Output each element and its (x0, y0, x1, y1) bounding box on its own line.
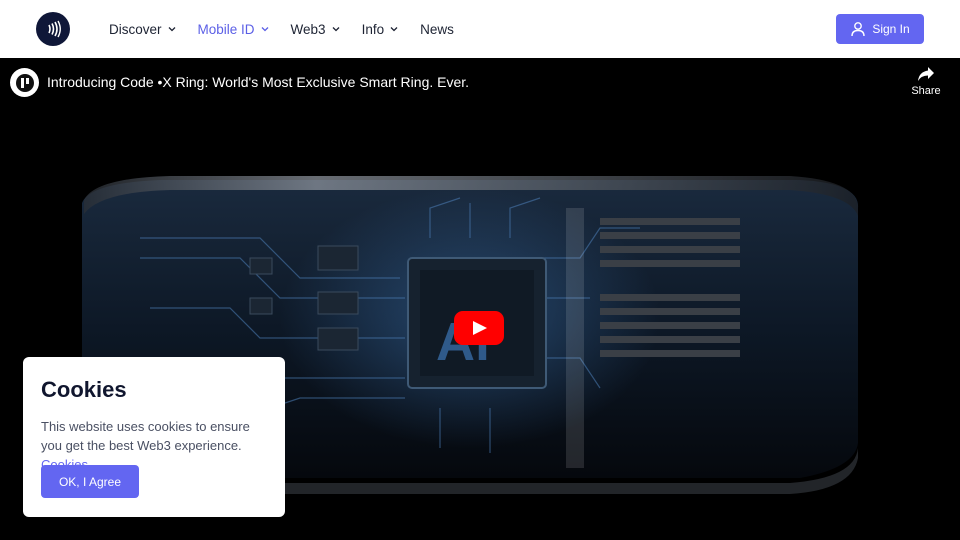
channel-logo-icon (15, 73, 34, 92)
chevron-down-icon (332, 26, 340, 32)
cookie-banner: Cookies This website uses cookies to ens… (23, 357, 285, 517)
cookie-title: Cookies (41, 377, 127, 402)
user-icon (851, 22, 866, 37)
main-nav: Discover Mobile ID Web3 Info News (109, 0, 476, 58)
cookie-text: This website uses cookies to ensure you … (41, 419, 250, 453)
play-button[interactable] (454, 311, 504, 345)
nav-mobile-id[interactable]: Mobile ID (198, 0, 269, 58)
cookie-accept-button[interactable]: OK, I Agree (41, 465, 139, 498)
video-title[interactable]: Introducing Code •X Ring: World's Most E… (47, 74, 469, 90)
sign-in-label: Sign In (872, 22, 910, 36)
share-label: Share (911, 85, 941, 97)
share-icon (918, 67, 934, 81)
nav-label: Mobile ID (197, 21, 255, 37)
nav-info[interactable]: Info (362, 0, 399, 58)
site-header: Discover Mobile ID Web3 Info News Sign I… (0, 0, 960, 58)
nav-label: News (420, 21, 454, 37)
channel-avatar[interactable] (10, 68, 39, 97)
share-button[interactable]: Share (906, 66, 946, 97)
logo[interactable] (36, 12, 70, 46)
chevron-down-icon (261, 26, 269, 32)
sign-in-button[interactable]: Sign In (836, 14, 924, 44)
chevron-down-icon (390, 26, 398, 32)
nav-news[interactable]: News (420, 0, 454, 58)
nav-label: Info (361, 21, 385, 37)
contactless-icon (48, 20, 61, 38)
nav-discover[interactable]: Discover (109, 0, 176, 58)
chevron-down-icon (168, 26, 176, 32)
nav-label: Discover (109, 21, 162, 37)
nav-web3[interactable]: Web3 (291, 0, 340, 58)
nav-label: Web3 (290, 21, 326, 37)
